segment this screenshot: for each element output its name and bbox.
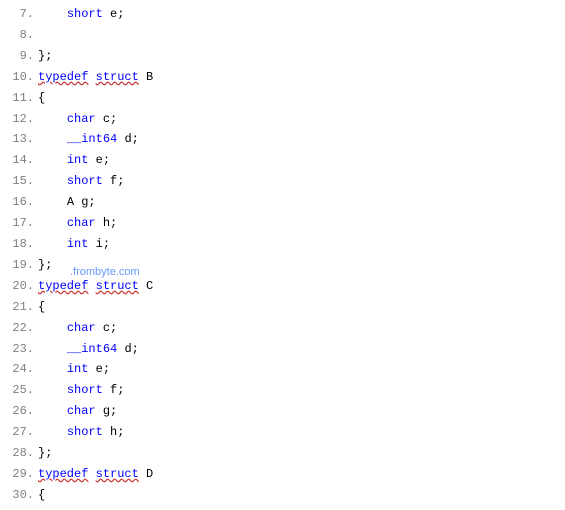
line-number: 22. bbox=[0, 318, 38, 339]
code-content: int i; bbox=[38, 234, 565, 255]
code-content: int e; bbox=[38, 150, 565, 171]
code-line: 28.}; bbox=[0, 443, 565, 464]
line-number: 11. bbox=[0, 88, 38, 109]
code-content: typedef struct C bbox=[38, 276, 565, 297]
code-line: 8. bbox=[0, 25, 565, 46]
code-content: typedef struct D bbox=[38, 464, 565, 485]
code-content: char c; bbox=[38, 318, 565, 339]
code-content: int e; bbox=[38, 359, 565, 380]
code-content: { bbox=[38, 88, 565, 109]
code-content: __int64 d; bbox=[38, 129, 565, 150]
code-content: }; bbox=[38, 443, 565, 464]
code-content: __int64 d; bbox=[38, 339, 565, 360]
code-line: 12. char c; bbox=[0, 109, 565, 130]
line-number: 26. bbox=[0, 401, 38, 422]
code-line: 22. char c; bbox=[0, 318, 565, 339]
code-line: 16. A g; bbox=[0, 192, 565, 213]
line-number: 9. bbox=[0, 46, 38, 67]
code-line: 23. __int64 d; bbox=[0, 339, 565, 360]
code-content: short f; bbox=[38, 171, 565, 192]
code-line: 26. char g; bbox=[0, 401, 565, 422]
code-content: A g; bbox=[38, 192, 565, 213]
code-line: 21.{ bbox=[0, 297, 565, 318]
code-content: short f; bbox=[38, 380, 565, 401]
code-content: typedef struct B bbox=[38, 67, 565, 88]
code-line: 9.}; bbox=[0, 46, 565, 67]
code-line: 7. short e; bbox=[0, 4, 565, 25]
code-line: 30.{ bbox=[0, 485, 565, 506]
line-number: 10. bbox=[0, 67, 38, 88]
line-number: 15. bbox=[0, 171, 38, 192]
line-number: 16. bbox=[0, 192, 38, 213]
code-content: short e; bbox=[38, 4, 565, 25]
code-line: 13. __int64 d; bbox=[0, 129, 565, 150]
code-content: { bbox=[38, 297, 565, 318]
code-line: 10.typedef struct B bbox=[0, 67, 565, 88]
code-content: char c; bbox=[38, 109, 565, 130]
line-number: 17. bbox=[0, 213, 38, 234]
line-number: 14. bbox=[0, 150, 38, 171]
code-line: 15. short f; bbox=[0, 171, 565, 192]
line-number: 18. bbox=[0, 234, 38, 255]
code-content: char g; bbox=[38, 401, 565, 422]
code-content: { bbox=[38, 485, 565, 506]
code-line: 20.typedef struct C bbox=[0, 276, 565, 297]
line-number: 8. bbox=[0, 25, 38, 46]
line-number: 27. bbox=[0, 422, 38, 443]
line-number: 23. bbox=[0, 339, 38, 360]
code-line: 27. short h; bbox=[0, 422, 565, 443]
code-content: short h; bbox=[38, 422, 565, 443]
line-number: 29. bbox=[0, 464, 38, 485]
code-block: 7. short e;8.9.};10.typedef struct B11.{… bbox=[0, 4, 565, 506]
code-line: 11.{ bbox=[0, 88, 565, 109]
code-line: 17. char h; bbox=[0, 213, 565, 234]
line-number: 12. bbox=[0, 109, 38, 130]
line-number: 30. bbox=[0, 485, 38, 506]
code-line: 14. int e; bbox=[0, 150, 565, 171]
code-line: 19.}; bbox=[0, 255, 565, 276]
line-number: 28. bbox=[0, 443, 38, 464]
code-line: 18. int i; bbox=[0, 234, 565, 255]
line-number: 24. bbox=[0, 359, 38, 380]
line-number: 19. bbox=[0, 255, 38, 276]
code-line: 25. short f; bbox=[0, 380, 565, 401]
code-content: }; bbox=[38, 255, 565, 276]
line-number: 21. bbox=[0, 297, 38, 318]
code-content: }; bbox=[38, 46, 565, 67]
line-number: 7. bbox=[0, 4, 38, 25]
line-number: 25. bbox=[0, 380, 38, 401]
code-line: 24. int e; bbox=[0, 359, 565, 380]
line-number: 20. bbox=[0, 276, 38, 297]
line-number: 13. bbox=[0, 129, 38, 150]
code-content: char h; bbox=[38, 213, 565, 234]
code-line: 29.typedef struct D bbox=[0, 464, 565, 485]
